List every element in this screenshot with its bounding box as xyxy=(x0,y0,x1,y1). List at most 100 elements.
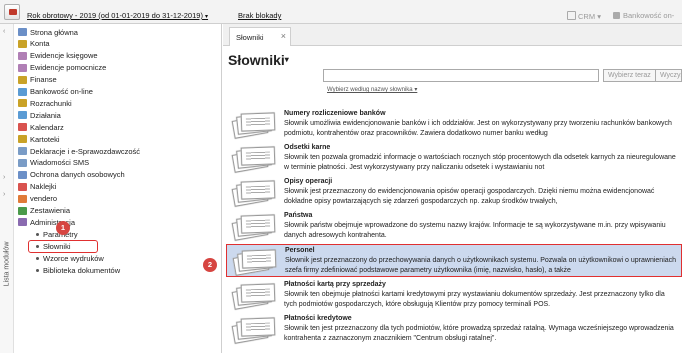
dictionary-thumbnail-icon xyxy=(231,112,276,139)
select-now-button[interactable]: Wybierz teraz xyxy=(603,69,656,82)
dictionary-thumbnail-icon xyxy=(231,283,276,310)
dictionary-title: Państwa xyxy=(284,212,313,219)
dictionaries-panel: Słowniki▾ Wybierz teraz Wyczyść Wybierz … xyxy=(223,46,682,353)
dictionary-row[interactable]: Państwa Słownik państw obejmuje wprowadzo… xyxy=(226,210,682,243)
dictionary-title: Płatności kredytowe xyxy=(284,315,352,322)
sidebar-item-label: Ochrona danych osobowych xyxy=(30,170,125,180)
step-badge-1: 1 xyxy=(56,221,70,235)
sidebar-item[interactable]: Naklejki xyxy=(18,182,56,192)
dictionary-description: Słownik umożliwia ewidencjonowanie bankó… xyxy=(284,120,672,137)
sidebar-item[interactable]: Konta xyxy=(18,39,50,49)
bullet-icon xyxy=(36,232,39,236)
page-title-text: Słowniki xyxy=(228,52,285,68)
sidebar-item[interactable]: Kartoteki xyxy=(18,134,60,144)
crm-menu[interactable]: CRM ▾ xyxy=(567,11,601,21)
page-title[interactable]: Słowniki▾ xyxy=(228,52,289,68)
modules-strip[interactable]: ‹ › › Lista modułów xyxy=(0,24,14,353)
sidebar-item-label: Naklejki xyxy=(30,182,57,192)
close-icon[interactable]: × xyxy=(281,31,286,41)
chevron-down-icon: ▾ xyxy=(205,14,209,20)
dictionary-description: Słownik jest przeznaczony do przechowywa… xyxy=(285,257,677,274)
search-by-link[interactable]: Wybierz według nazwy słownika ▾ xyxy=(327,86,417,93)
tab-strip: Słowniki × xyxy=(223,24,682,47)
sidebar-item-label: Ewidencje pomocnicze xyxy=(30,63,107,73)
dictionary-thumbnail-icon xyxy=(231,317,276,344)
sidebar-item[interactable]: Bankowość on-line xyxy=(18,87,93,97)
step-badge-2: 2 xyxy=(203,258,217,272)
online-banking-link[interactable]: Bankowość on- xyxy=(613,11,674,20)
dictionary-row[interactable]: Opisy operacji Słownik jest przeznaczony … xyxy=(226,176,682,209)
chevron-left-icon[interactable]: ‹ xyxy=(3,28,5,35)
dictionary-description: Słownik ten pozwala gromadzić informacje… xyxy=(284,154,676,171)
module-icon xyxy=(18,75,27,84)
fiscal-year-label: Rok obrotowy - 2019 (od 01-01-2019 do 31… xyxy=(27,11,203,20)
module-icon xyxy=(18,194,27,203)
sidebar-item[interactable]: Ewidencje pomocnicze xyxy=(18,63,106,73)
sidebar-item[interactable]: Zestawienia xyxy=(18,206,70,216)
dictionary-row[interactable]: Płatności kartą przy sprzedaży Słownik te… xyxy=(226,279,682,312)
sidebar-item-label: Ewidencje księgowe xyxy=(30,51,98,61)
bullet-icon xyxy=(36,268,39,272)
sidebar-item[interactable]: Kalendarz xyxy=(18,122,64,132)
module-icon xyxy=(18,111,27,120)
dictionary-row[interactable]: Numery rozliczeniowe banków Słownik umożl… xyxy=(226,108,682,141)
sidebar-subitem[interactable]: Biblioteka dokumentów xyxy=(18,265,120,275)
sidebar-item[interactable]: Finanse xyxy=(18,75,57,85)
sidebar-subitem-label: Wzorce wydruków xyxy=(43,253,104,263)
module-icon xyxy=(18,206,27,215)
sidebar-item[interactable]: Deklaracje i e-Sprawozdawczość xyxy=(18,146,140,156)
modules-strip-label: Lista modułów xyxy=(3,241,11,287)
module-icon xyxy=(18,28,27,36)
sidebar-item-label: Działania xyxy=(30,110,61,120)
locks-link[interactable]: Brak blokady xyxy=(238,11,281,20)
chevron-right-icon[interactable]: › xyxy=(3,191,5,198)
bullet-icon xyxy=(36,256,39,260)
sidebar-item[interactable]: Rozrachunki xyxy=(18,98,72,108)
sidebar-subitem[interactable]: Wzorce wydruków xyxy=(18,253,104,263)
sidebar-item[interactable]: vendero xyxy=(18,194,57,204)
chevron-right-icon[interactable]: › xyxy=(3,174,5,181)
sidebar-item-label: Wiadomości SMS xyxy=(30,158,90,168)
sidebar-item-label: Deklaracje i e-Sprawozdawczość xyxy=(30,146,141,156)
module-icon xyxy=(18,218,27,227)
module-icon xyxy=(18,182,27,191)
crm-label: CRM xyxy=(578,12,596,21)
app-menu-icon[interactable] xyxy=(4,4,20,20)
highlight-box xyxy=(28,240,98,253)
sidebar-item[interactable]: Ochrona danych osobowych xyxy=(18,170,125,180)
module-icon xyxy=(18,147,27,155)
sidebar-item-label: Kalendarz xyxy=(30,122,64,132)
module-icon xyxy=(18,39,27,48)
fiscal-year-selector[interactable]: Rok obrotowy - 2019 (od 01-01-2019 do 31… xyxy=(27,11,208,20)
sidebar-item[interactable]: Ewidencje księgowe xyxy=(18,51,98,61)
module-icon xyxy=(18,63,27,72)
module-icon xyxy=(18,170,27,179)
lock-icon xyxy=(613,12,620,19)
dictionary-title: Personel xyxy=(285,247,315,254)
sidebar-item[interactable]: Wiadomości SMS xyxy=(18,158,89,168)
dictionary-description: Słownik jest przeznaczony do ewidencjono… xyxy=(284,188,655,205)
module-icon xyxy=(18,87,27,96)
dictionary-row[interactable]: Personel Słownik jest przeznaczony do prz… xyxy=(226,244,682,277)
dictionary-row[interactable]: Płatności kredytowe Słownik ten jest prze… xyxy=(226,313,682,346)
sidebar-item-label: vendero xyxy=(30,194,58,204)
sidebar-item[interactable]: Działania xyxy=(18,110,61,120)
dictionary-title: Płatności kartą przy sprzedaży xyxy=(284,281,386,288)
dictionary-row[interactable]: Odsetki karne Słownik ten pozwala gromadz… xyxy=(226,142,682,175)
sidebar-item[interactable]: Strona główna xyxy=(18,27,78,37)
clear-button[interactable]: Wyczyść xyxy=(655,69,682,82)
search-input[interactable] xyxy=(323,69,599,82)
dictionary-thumbnail-icon xyxy=(231,214,276,241)
sidebar-item-label: Zestawienia xyxy=(30,206,71,215)
dictionary-description: Słownik ten obejmuje płatności kartami k… xyxy=(284,291,665,308)
dictionary-title: Odsetki karne xyxy=(284,144,331,151)
sidebar-item-label: Rozrachunki xyxy=(30,98,72,108)
sidebar-item-label: Konta xyxy=(30,39,50,49)
tab-label: Słowniki xyxy=(236,33,264,42)
phone-icon xyxy=(567,11,576,20)
top-bar: Rok obrotowy - 2019 (od 01-01-2019 do 31… xyxy=(0,0,682,24)
chevron-down-icon: ▾ xyxy=(284,55,289,64)
tab-dictionaries[interactable]: Słowniki × xyxy=(229,27,291,47)
dictionary-thumbnail-icon xyxy=(231,180,276,207)
sidebar-item-label: Kartoteki xyxy=(30,134,60,144)
